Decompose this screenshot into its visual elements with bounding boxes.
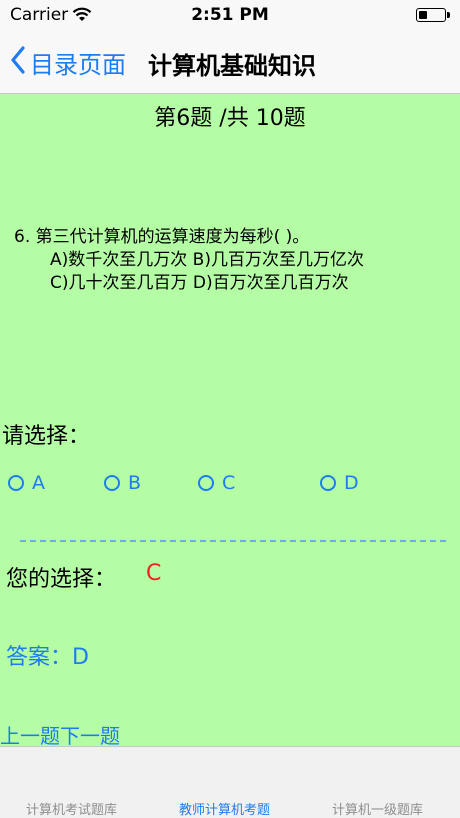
battery-icon [416,8,450,22]
clock: 2:51 PM [191,5,269,25]
next-question-button[interactable]: 下一题 [60,724,120,748]
your-choice-label: 您的选择： [6,567,117,592]
option-label: C [222,472,236,494]
status-bar: Carrier 2:51 PM [0,0,460,32]
option-d-radio[interactable]: D [320,472,359,494]
your-choice-value: C [146,561,162,586]
option-b-radio[interactable]: B [104,472,141,494]
option-label: B [128,472,142,494]
correct-answer: 答案：D [6,645,89,670]
option-label: D [344,472,359,494]
option-c-radio[interactable]: C [198,472,235,494]
dashed-divider [20,540,446,542]
previous-question-button[interactable]: 上一题 [0,724,60,748]
back-label: 目录页面 [30,50,126,79]
option-a-radio[interactable]: A [8,472,45,494]
radio-icon [198,475,214,491]
option-label: A [32,472,45,494]
answer-options: A B C D [0,472,460,498]
question-choices-line-2: C)几十次至几百万 D)百万次至几百万次 [50,273,349,293]
tab-level-one-bank[interactable]: 计算机一级题库 [332,799,423,818]
tab-exam-bank[interactable]: 计算机考试题库 [26,799,117,818]
question-navigation: 上一题下一题 [0,720,120,749]
question-choices-line-1: A)数千次至几万次 B)几百万次至几万亿次 [50,250,364,270]
navigation-bar: 目录页面 计算机基础知识 [0,32,460,94]
question-stem: 6. 第三代计算机的运算速度为每秒( )。 [14,227,310,247]
radio-icon [320,475,336,491]
radio-icon [8,475,24,491]
radio-icon [104,475,120,491]
page-title: 计算机基础知识 [148,52,316,80]
tab-bar: 计算机考试题库 教师计算机考题 计算机一级题库 [0,746,460,818]
question-text: 6. 第三代计算机的运算速度为每秒( )。 A)数千次至几万次 B)几百万次至几… [14,226,454,295]
battery-level [419,11,427,19]
question-counter: 第6题 /共 10题 [154,106,306,131]
chevron-left-icon [10,46,26,78]
select-prompt: 请选择： [2,424,91,449]
back-button[interactable]: 目录页面 [10,44,126,80]
tab-teacher-exam[interactable]: 教师计算机考题 [179,799,270,818]
